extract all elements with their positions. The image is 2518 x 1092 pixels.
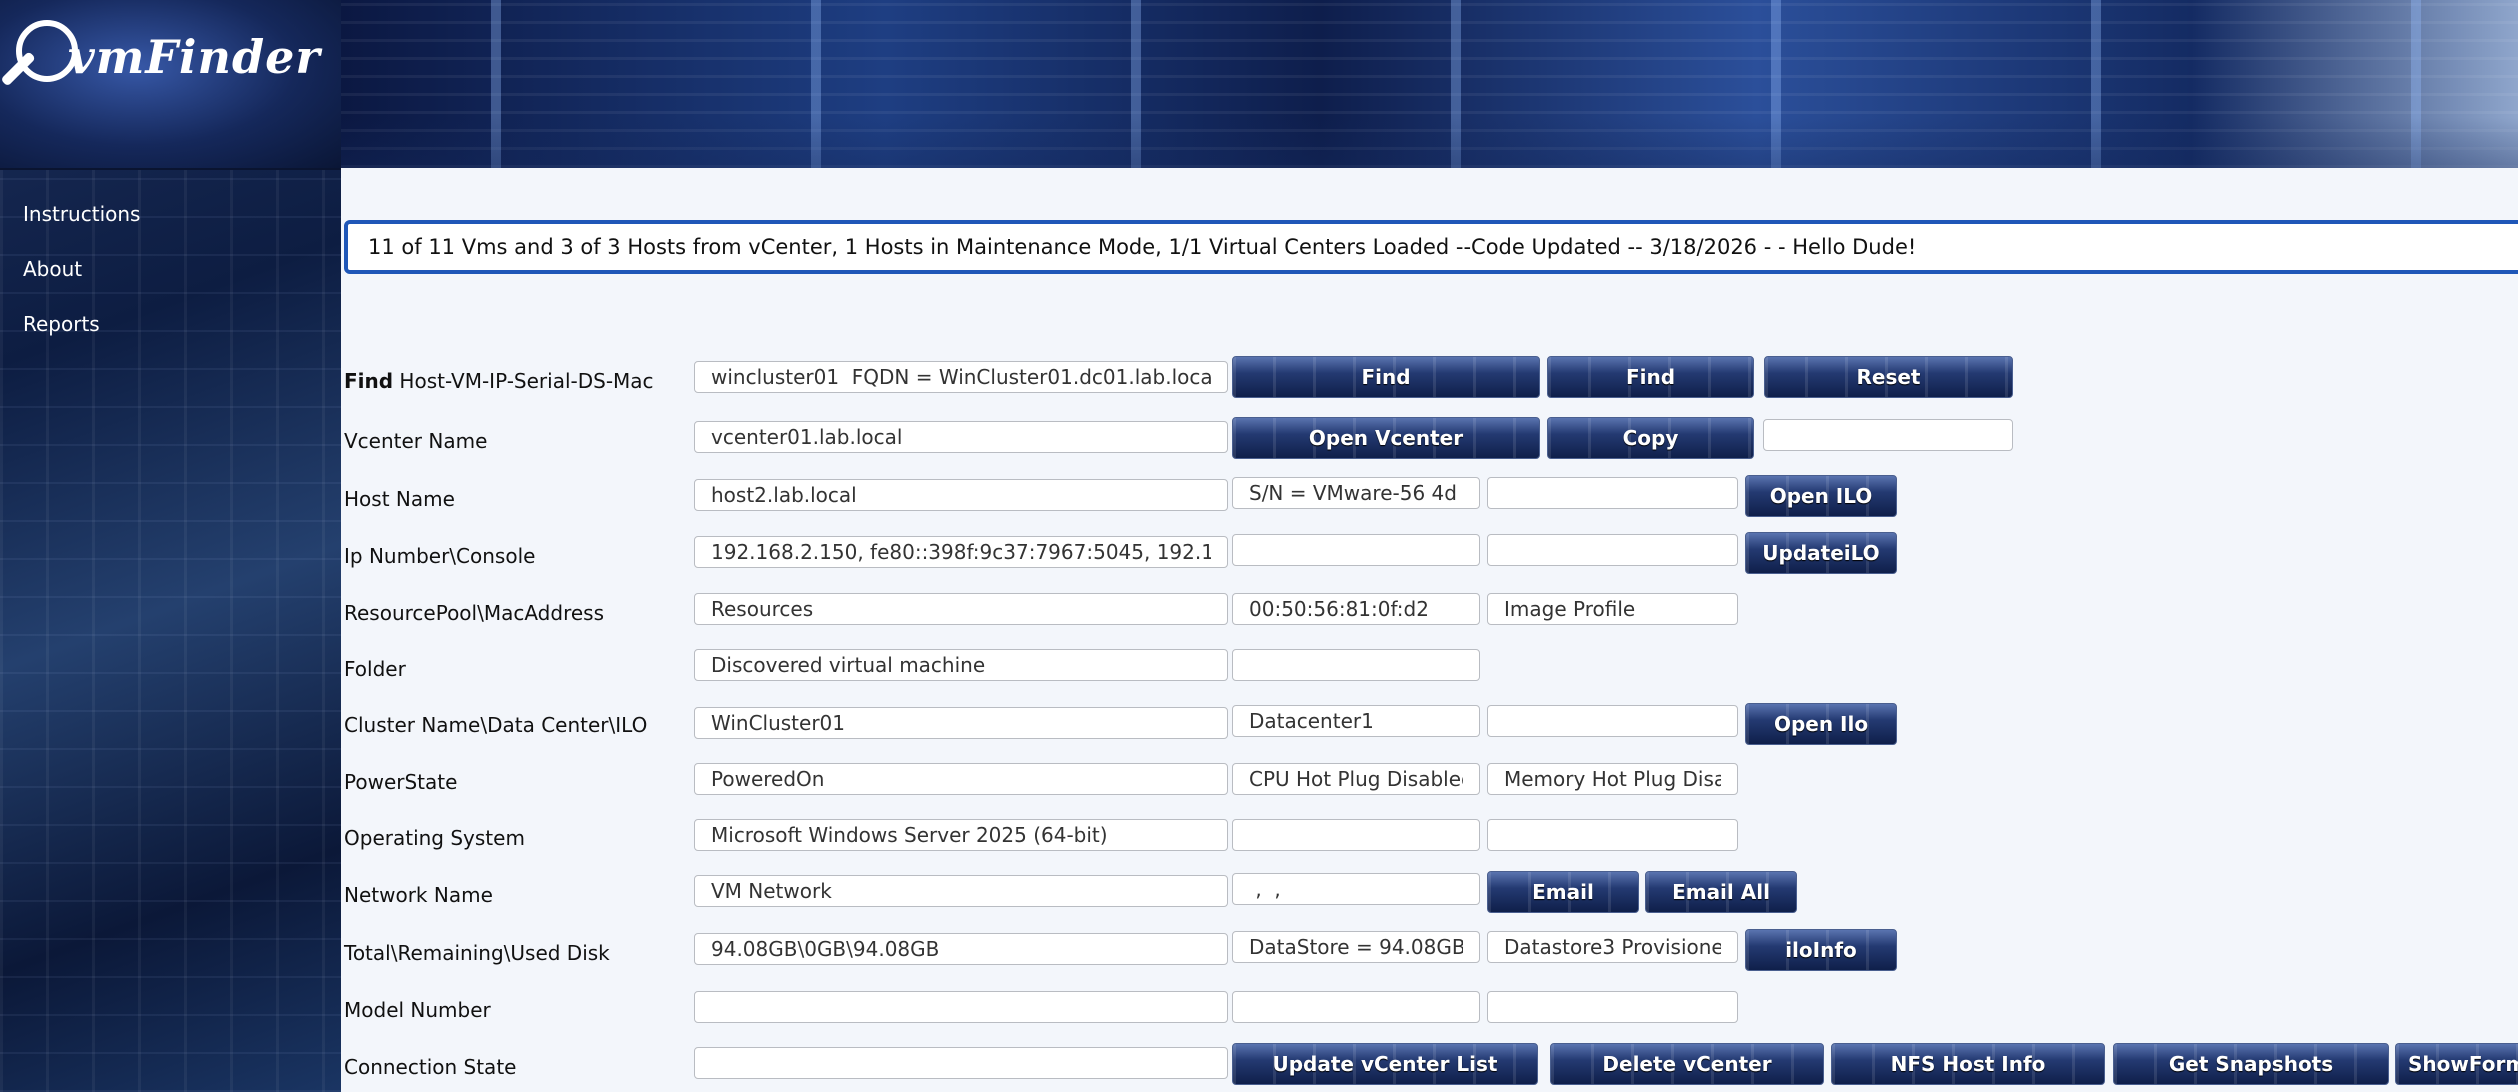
ip-extra-input-2[interactable]	[1487, 534, 1738, 566]
ip-label: Ip Number\Console	[344, 544, 536, 568]
network-label: Network Name	[344, 883, 493, 907]
pool-input[interactable]	[694, 593, 1228, 625]
logo-text: vmFinder	[68, 30, 321, 84]
status-bar: 11 of 11 Vms and 3 of 3 Hosts from vCent…	[344, 220, 2518, 274]
nav-reports[interactable]: Reports	[23, 312, 100, 336]
folder-input[interactable]	[694, 649, 1228, 681]
cpu-hotplug-input[interactable]	[1232, 763, 1480, 795]
connection-label: Connection State	[344, 1055, 517, 1079]
model-input[interactable]	[694, 991, 1228, 1023]
ip-input[interactable]	[694, 536, 1228, 568]
cluster-input[interactable]	[694, 707, 1228, 739]
folder-extra-input[interactable]	[1232, 649, 1480, 681]
host-extra-input[interactable]	[1487, 477, 1738, 509]
open-ilo-cluster-button[interactable]: Open Ilo	[1745, 703, 1897, 745]
serial-input[interactable]	[1232, 477, 1480, 509]
ilo-info-button[interactable]: iloInfo	[1745, 929, 1897, 971]
vcenter-input[interactable]	[694, 421, 1228, 453]
email-button[interactable]: Email	[1487, 871, 1639, 913]
open-ilo-button[interactable]: Open ILO	[1745, 475, 1897, 517]
os-input[interactable]	[694, 819, 1228, 851]
sidebar: vmFinder Instructions About Reports	[0, 0, 341, 1092]
os-extra-input-2[interactable]	[1487, 819, 1738, 851]
find-label: Find Host-VM-IP-Serial-DS-Mac	[344, 369, 654, 393]
cluster-label: Cluster Name\Data Center\ILO	[344, 713, 648, 737]
get-snapshots-button[interactable]: Get Snapshots	[2113, 1043, 2389, 1085]
network-extra-input[interactable]	[1232, 873, 1480, 905]
nav-about[interactable]: About	[23, 257, 82, 281]
status-message: 11 of 11 Vms and 3 of 3 Hosts from vCent…	[368, 235, 1917, 259]
disk-input[interactable]	[694, 933, 1228, 965]
model-extra-input-1[interactable]	[1232, 991, 1480, 1023]
network-input[interactable]	[694, 875, 1228, 907]
email-all-button[interactable]: Email All	[1645, 871, 1797, 913]
datastore-input[interactable]	[1232, 931, 1480, 963]
nfs-host-info-button[interactable]: NFS Host Info	[1831, 1043, 2105, 1085]
find-alt-button[interactable]: Find	[1547, 356, 1754, 398]
nav-instructions[interactable]: Instructions	[23, 202, 140, 226]
vcenter-label: Vcenter Name	[344, 429, 488, 453]
connection-input[interactable]	[694, 1047, 1228, 1079]
power-label: PowerState	[344, 770, 458, 794]
host-input[interactable]	[694, 479, 1228, 511]
show-form-button[interactable]: ShowForm	[2395, 1043, 2518, 1085]
model-label: Model Number	[344, 998, 491, 1022]
header-banner	[341, 0, 2518, 168]
find-button[interactable]: Find	[1232, 356, 1540, 398]
pool-label: ResourcePool\MacAddress	[344, 601, 604, 625]
host-label: Host Name	[344, 487, 455, 511]
datastore3-input[interactable]	[1487, 931, 1738, 963]
logo[interactable]: vmFinder	[0, 0, 341, 170]
model-extra-input-2[interactable]	[1487, 991, 1738, 1023]
copy-button[interactable]: Copy	[1547, 417, 1754, 459]
mac-input[interactable]	[1232, 593, 1480, 625]
memory-hotplug-input[interactable]	[1487, 763, 1738, 795]
folder-label: Folder	[344, 657, 406, 681]
update-ilo-button[interactable]: UpdateiLO	[1745, 532, 1897, 574]
find-input[interactable]	[694, 361, 1228, 393]
update-vcenter-list-button[interactable]: Update vCenter List	[1232, 1043, 1538, 1085]
disk-label: Total\Remaining\Used Disk	[344, 941, 610, 965]
power-input[interactable]	[694, 763, 1228, 795]
ip-extra-input-1[interactable]	[1232, 534, 1480, 566]
os-extra-input-1[interactable]	[1232, 819, 1480, 851]
vcenter-extra-input[interactable]	[1763, 419, 2013, 451]
image-profile-input[interactable]	[1487, 593, 1738, 625]
delete-vcenter-button[interactable]: Delete vCenter	[1550, 1043, 1824, 1085]
os-label: Operating System	[344, 826, 525, 850]
datacenter-input[interactable]	[1232, 705, 1480, 737]
reset-button[interactable]: Reset	[1764, 356, 2013, 398]
open-vcenter-button[interactable]: Open Vcenter	[1232, 417, 1540, 459]
ilo-input[interactable]	[1487, 705, 1738, 737]
